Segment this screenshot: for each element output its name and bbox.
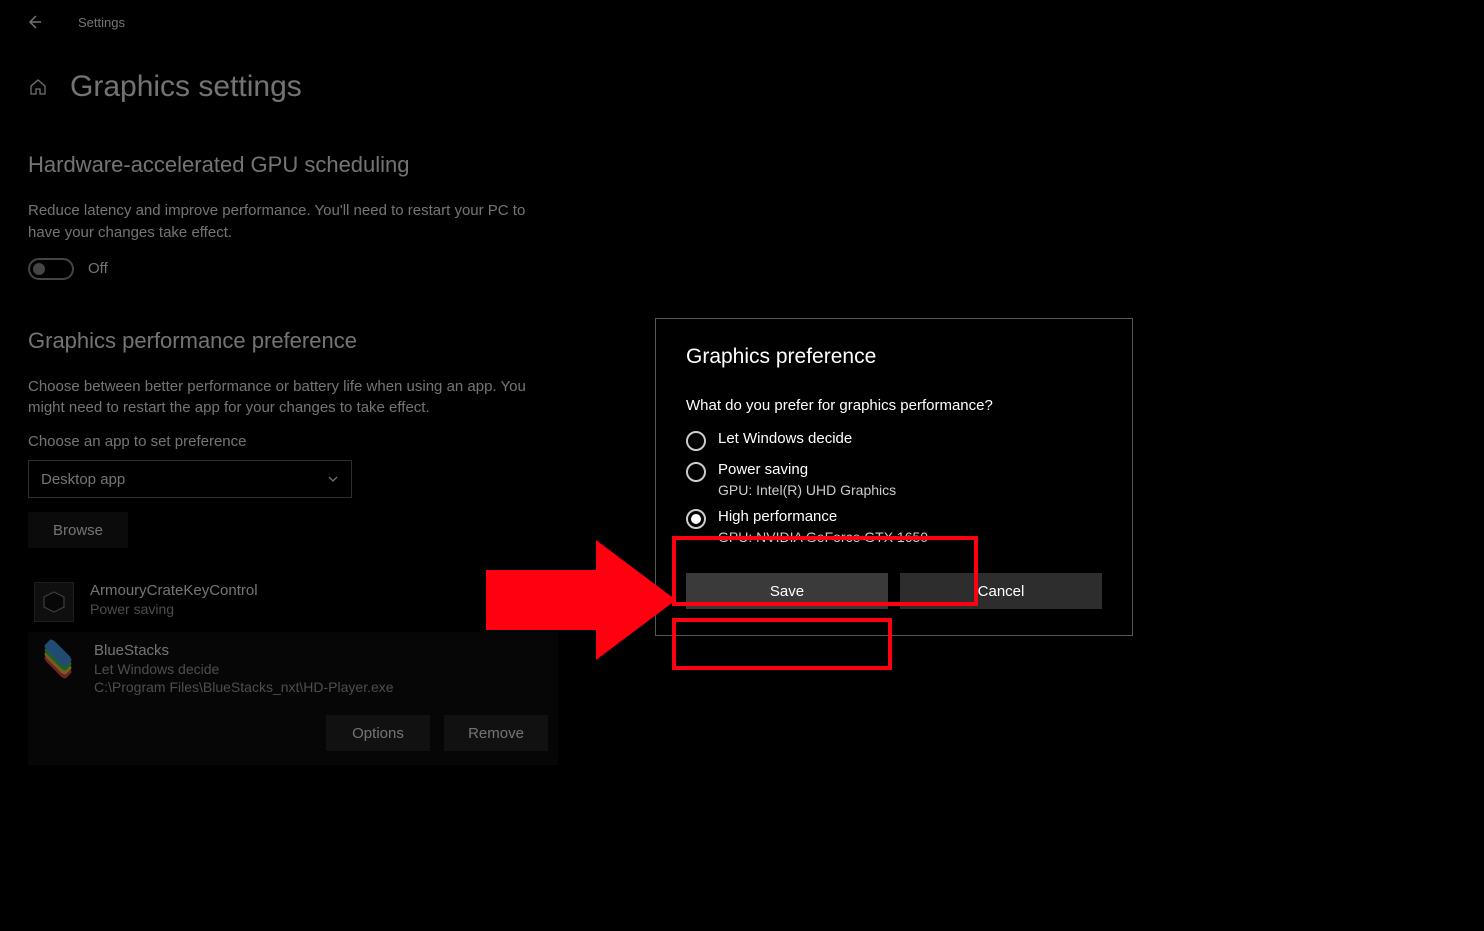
radio-group: Let Windows decide Power saving GPU: Int… — [686, 430, 1102, 545]
pref-desc: Choose between better performance or bat… — [28, 376, 548, 420]
app-item-bluestacks[interactable]: BlueStacks Let Windows decide C:\Program… — [28, 632, 558, 765]
radio-let-windows-decide[interactable]: Let Windows decide — [686, 430, 1102, 451]
app-name: BlueStacks — [94, 642, 394, 659]
chevron-down-icon — [327, 473, 339, 485]
app-path: C:\Program Files\BlueStacks_nxt\HD-Playe… — [94, 679, 394, 695]
select-value: Desktop app — [41, 471, 125, 488]
radio-icon — [686, 462, 706, 482]
radio-label: Let Windows decide — [718, 430, 852, 447]
dialog-question: What do you prefer for graphics performa… — [686, 397, 1102, 414]
radio-label: Power saving — [718, 461, 896, 478]
toggle-knob — [33, 263, 45, 275]
radio-high-performance[interactable]: High performance GPU: NVIDIA GeForce GTX… — [686, 508, 1102, 545]
browse-button[interactable]: Browse — [28, 512, 128, 548]
page-title: Graphics settings — [70, 70, 302, 104]
app-item-armoury[interactable]: ArmouryCrateKeyControl Power saving — [28, 574, 592, 632]
radio-power-saving[interactable]: Power saving GPU: Intel(R) UHD Graphics — [686, 461, 1102, 498]
dialog-title: Graphics preference — [686, 345, 1102, 369]
radio-sub: GPU: NVIDIA GeForce GTX 1650 — [718, 529, 928, 545]
radio-sub: GPU: Intel(R) UHD Graphics — [718, 482, 896, 498]
pref-heading: Graphics performance preference — [28, 328, 592, 354]
content-area: Graphics settings Hardware-accelerated G… — [0, 40, 620, 785]
remove-button[interactable]: Remove — [444, 715, 548, 751]
back-icon[interactable] — [26, 14, 42, 30]
topbar-title: Settings — [78, 15, 125, 30]
radio-icon-selected — [686, 509, 706, 529]
bluestacks-icon — [38, 642, 78, 682]
hw-toggle-label: Off — [88, 260, 108, 277]
hw-toggle[interactable] — [28, 258, 74, 280]
options-button[interactable]: Options — [326, 715, 430, 751]
home-icon[interactable] — [28, 77, 48, 97]
choose-app-label: Choose an app to set preference — [28, 433, 592, 450]
cancel-button[interactable]: Cancel — [900, 573, 1102, 609]
radio-label: High performance — [718, 508, 928, 525]
app-name: ArmouryCrateKeyControl — [90, 582, 258, 599]
app-icon — [34, 582, 74, 622]
hw-heading: Hardware-accelerated GPU scheduling — [28, 152, 592, 178]
app-preference: Let Windows decide — [94, 661, 394, 677]
app-type-select[interactable]: Desktop app — [28, 460, 352, 498]
hw-desc: Reduce latency and improve performance. … — [28, 200, 548, 244]
save-button[interactable]: Save — [686, 573, 888, 609]
graphics-preference-dialog: Graphics preference What do you prefer f… — [655, 318, 1133, 636]
app-preference: Power saving — [90, 601, 258, 617]
topbar: Settings — [0, 0, 1484, 40]
radio-icon — [686, 431, 706, 451]
